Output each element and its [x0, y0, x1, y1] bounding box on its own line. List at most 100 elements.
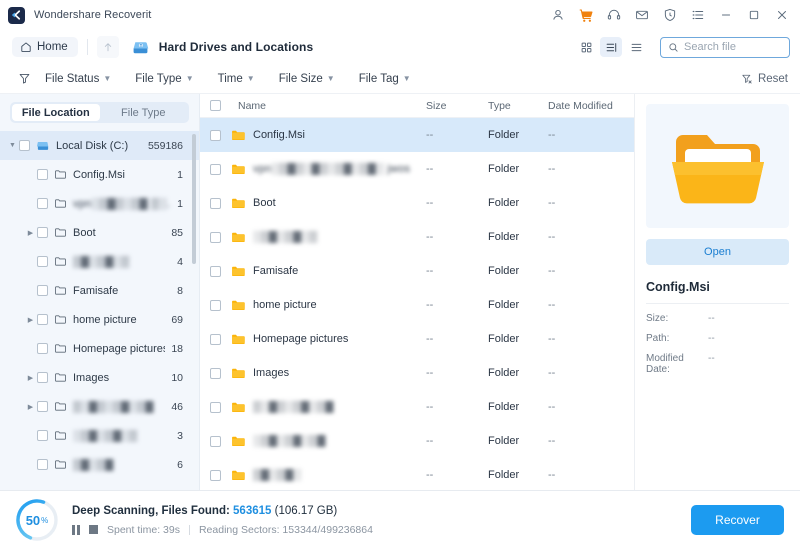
table-row[interactable]: Famisafe--Folder--	[200, 254, 634, 288]
tree-node-checkbox[interactable]	[37, 343, 48, 354]
row-size: --	[426, 469, 488, 481]
maximize-button[interactable]	[740, 1, 768, 29]
headset-icon[interactable]	[600, 1, 628, 29]
menu-icon[interactable]	[684, 1, 712, 29]
tree-node-checkbox[interactable]	[19, 140, 30, 151]
tree-node-checkbox[interactable]	[37, 285, 48, 296]
table-row[interactable]: Boot--Folder--	[200, 186, 634, 220]
grid-view-button[interactable]	[575, 37, 597, 57]
recover-button[interactable]: Recover	[691, 505, 784, 535]
cart-icon[interactable]	[572, 1, 600, 29]
scan-details: Spent time: 39s Reading Sectors: 153344/…	[72, 524, 373, 536]
folder-icon	[231, 469, 245, 481]
table-row[interactable]: Config.Msi--Folder--	[200, 118, 634, 152]
list-view-button[interactable]	[625, 37, 647, 57]
row-checkbox[interactable]	[210, 232, 221, 243]
account-icon[interactable]	[544, 1, 572, 29]
tree-node[interactable]: vpn░▒▓▒░▒▓ ▒░...1	[0, 189, 199, 218]
filter-file-size[interactable]: File Size ▼	[279, 73, 335, 85]
tree-node-checkbox[interactable]	[37, 256, 48, 267]
tree-node-checkbox[interactable]	[37, 401, 48, 412]
scan-progress-ring: 50%	[14, 497, 60, 543]
home-button[interactable]: Home	[12, 37, 78, 57]
column-header-size[interactable]: Size	[426, 100, 488, 112]
row-checkbox[interactable]	[210, 368, 221, 379]
row-checkbox[interactable]	[210, 130, 221, 141]
reset-filters-button[interactable]: Reset	[741, 73, 788, 85]
preview-field-value: --	[708, 313, 715, 324]
location-tree: ▼Local Disk (C:)559186Config.Msi1vpn░▒▓▒…	[0, 129, 199, 490]
tree-node[interactable]: Homepage pictures18	[0, 334, 199, 363]
row-checkbox[interactable]	[210, 164, 221, 175]
tree-node-checkbox[interactable]	[37, 314, 48, 325]
tree-node[interactable]: ▶home picture69	[0, 305, 199, 334]
tree-node-checkbox[interactable]	[37, 198, 48, 209]
table-row[interactable]: ▒▓░▒▓░--Folder--	[200, 458, 634, 490]
preview-field-value: --	[708, 353, 715, 375]
column-header-date[interactable]: Date Modified	[548, 100, 634, 112]
table-row[interactable]: vpn░▒▓▒░▓▒░▒▓░▒▓░ jwos--Folder--	[200, 152, 634, 186]
tab-file-type[interactable]: File Type	[100, 104, 188, 121]
open-button[interactable]: Open	[646, 239, 789, 265]
mail-icon[interactable]	[628, 1, 656, 29]
preview-field-key: Modified Date:	[646, 353, 708, 375]
percent-symbol: %	[41, 516, 48, 525]
row-name: ▒▓░▒▓░	[253, 469, 426, 481]
table-row[interactable]: ░▒▓░▒▓░▒--Folder--	[200, 220, 634, 254]
row-checkbox[interactable]	[210, 300, 221, 311]
chevron-right-icon[interactable]: ▶	[24, 229, 37, 237]
tree-node-label: vpn░▒▓▒░▒▓ ▒░...	[73, 198, 171, 210]
tab-file-location[interactable]: File Location	[12, 104, 100, 121]
tree-node[interactable]: ▶Images10	[0, 363, 199, 392]
table-row[interactable]: ░▒▓░▒▓░▒▓--Folder--	[200, 424, 634, 458]
row-checkbox[interactable]	[210, 470, 221, 481]
table-row[interactable]: Homepage pictures--Folder--	[200, 322, 634, 356]
search-input[interactable]: Search file	[660, 37, 790, 58]
tree-node-checkbox[interactable]	[37, 169, 48, 180]
chevron-right-icon[interactable]: ▶	[24, 316, 37, 324]
folder-outline-icon	[54, 313, 67, 326]
sidebar-scrollbar[interactable]	[192, 134, 196, 264]
filter-file-tag[interactable]: File Tag ▼	[359, 73, 411, 85]
row-checkbox[interactable]	[210, 198, 221, 209]
filter-file-status[interactable]: File Status ▼	[45, 73, 111, 85]
tree-node-checkbox[interactable]	[37, 372, 48, 383]
filter-file-type[interactable]: File Type ▼	[135, 73, 193, 85]
stop-button[interactable]	[89, 525, 98, 534]
tree-node-checkbox[interactable]	[37, 227, 48, 238]
row-checkbox[interactable]	[210, 436, 221, 447]
row-checkbox[interactable]	[210, 334, 221, 345]
select-all-checkbox[interactable]	[210, 100, 221, 111]
tree-node[interactable]: ▶Boot85	[0, 218, 199, 247]
tree-node-checkbox[interactable]	[37, 459, 48, 470]
tree-node[interactable]: ▒▓░▒▓░▒4	[0, 247, 199, 276]
tree-node-checkbox[interactable]	[37, 430, 48, 441]
filter-time[interactable]: Time ▼	[218, 73, 255, 85]
folder-icon	[231, 231, 245, 243]
tree-node-label: Images	[73, 372, 165, 384]
tree-node[interactable]: Config.Msi1	[0, 160, 199, 189]
row-checkbox[interactable]	[210, 266, 221, 277]
pause-button[interactable]	[72, 525, 80, 535]
minimize-button[interactable]	[712, 1, 740, 29]
detail-view-button[interactable]	[600, 37, 622, 57]
table-row[interactable]: ▒░▓▒░▒▓░▒▓--Folder--	[200, 390, 634, 424]
chevron-right-icon[interactable]: ▶	[24, 403, 37, 411]
shield-icon[interactable]	[656, 1, 684, 29]
tree-node[interactable]: Famisafe8	[0, 276, 199, 305]
row-checkbox[interactable]	[210, 402, 221, 413]
tree-node[interactable]: ▶▒░▓▒░▒▓░▒▓46	[0, 392, 199, 421]
close-button[interactable]	[768, 1, 796, 29]
table-row[interactable]: Images--Folder--	[200, 356, 634, 390]
column-header-type[interactable]: Type	[488, 100, 548, 112]
tree-node[interactable]: ▼Local Disk (C:)559186	[0, 131, 199, 160]
chevron-right-icon[interactable]: ▶	[24, 374, 37, 382]
table-row[interactable]: home picture--Folder--	[200, 288, 634, 322]
row-date: --	[548, 163, 634, 175]
chevron-down-icon[interactable]: ▼	[6, 142, 19, 149]
column-header-name[interactable]: Name	[238, 100, 426, 112]
tree-node[interactable]: ░▒▓░▒▓░▒3	[0, 421, 199, 450]
up-level-button[interactable]	[97, 36, 119, 58]
filter-file-size-label: File Size	[279, 73, 323, 85]
tree-node[interactable]: ▒▓░▒▓6	[0, 450, 199, 479]
